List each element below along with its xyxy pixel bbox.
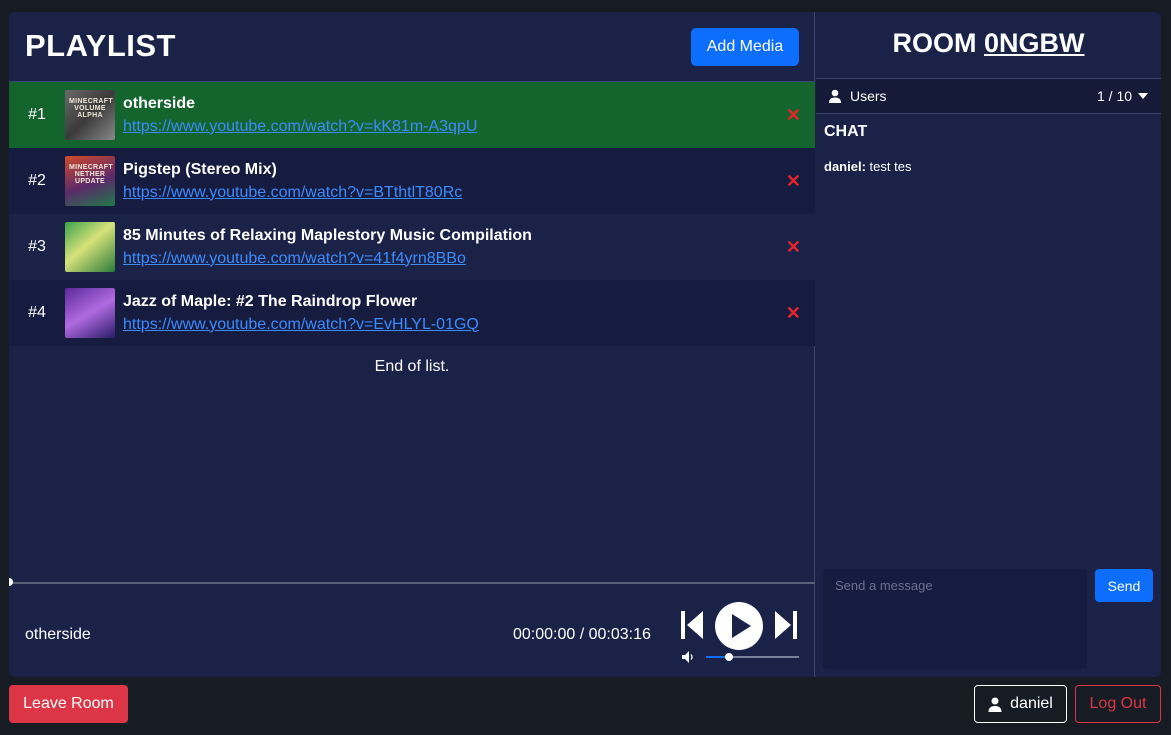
playlist-title: PLAYLIST [25, 28, 176, 63]
thumbnail-caption: MINECRAFT VOLUME ALPHA [69, 98, 113, 119]
room-panel: ROOM 0NGBW Users 1 / 10 CHAT daniel: tes… [816, 12, 1161, 677]
track-thumbnail: MINECRAFT NETHER UPDATE [65, 156, 115, 206]
users-label: Users [850, 88, 887, 104]
track-number: #3 [28, 238, 46, 255]
room-prefix: ROOM [892, 28, 977, 58]
remove-track-icon[interactable]: ✕ [786, 106, 801, 124]
volume-icon[interactable] [681, 650, 695, 664]
playlist-panel: PLAYLIST Add Media #1 MINECRAFT VOLUME A… [9, 12, 815, 677]
chat-title: CHAT [824, 123, 868, 140]
remove-track-icon[interactable]: ✕ [786, 304, 801, 322]
logout-button[interactable]: Log Out [1075, 685, 1161, 723]
track-thumbnail [65, 222, 115, 272]
track-info: Jazz of Maple: #2 The Raindrop Flower ht… [123, 293, 479, 334]
add-media-button[interactable]: Add Media [691, 28, 799, 66]
now-playing-title: otherside [25, 626, 91, 643]
track-number: #4 [28, 304, 46, 321]
send-button[interactable]: Send [1095, 569, 1153, 602]
skip-next-icon[interactable] [773, 610, 797, 640]
track-number: #2 [28, 172, 46, 189]
caret-down-icon [1138, 92, 1148, 100]
room-title: ROOM 0NGBW [816, 28, 1161, 59]
thumbnail-caption: MINECRAFT NETHER UPDATE [69, 164, 113, 185]
remove-track-icon[interactable]: ✕ [786, 238, 801, 256]
track-row[interactable]: #3 85 Minutes of Relaxing Maplestory Mus… [9, 214, 815, 280]
chat-message-input[interactable] [823, 569, 1087, 669]
track-info: 85 Minutes of Relaxing Maplestory Music … [123, 227, 532, 268]
user-profile-button[interactable]: daniel [974, 685, 1067, 723]
room-code[interactable]: 0NGBW [984, 28, 1085, 58]
seek-handle[interactable] [9, 578, 13, 586]
user-icon [828, 89, 842, 103]
track-title: 85 Minutes of Relaxing Maplestory Music … [123, 226, 532, 244]
track-url-link[interactable]: https://www.youtube.com/watch?v=kK81m-A3… [123, 118, 477, 136]
remove-track-icon[interactable]: ✕ [786, 172, 801, 190]
track-row[interactable]: #1 MINECRAFT VOLUME ALPHA otherside http… [9, 82, 815, 148]
users-count: 1 / 10 [1097, 88, 1133, 104]
seek-bar[interactable] [9, 582, 815, 584]
users-dropdown[interactable]: Users 1 / 10 [816, 78, 1161, 114]
track-title: Jazz of Maple: #2 The Raindrop Flower [123, 292, 418, 310]
username: daniel [1010, 695, 1053, 712]
user-icon [988, 697, 1002, 712]
skip-previous-icon[interactable] [681, 610, 705, 640]
chat-message-author: daniel: [824, 159, 866, 174]
volume-slider[interactable] [706, 653, 799, 661]
track-url-link[interactable]: https://www.youtube.com/watch?v=EvHLYL-0… [123, 316, 479, 334]
track-url-link[interactable]: https://www.youtube.com/watch?v=41f4yrn8… [123, 250, 532, 268]
leave-room-button[interactable]: Leave Room [9, 685, 128, 723]
track-row[interactable]: #2 MINECRAFT NETHER UPDATE Pigstep (Ster… [9, 148, 815, 214]
track-number: #1 [28, 106, 46, 123]
end-of-list-text: End of list. [374, 358, 450, 375]
volume-handle[interactable] [725, 653, 733, 661]
track-info: otherside https://www.youtube.com/watch?… [123, 95, 477, 136]
track-thumbnail [65, 288, 115, 338]
playlist-header: PLAYLIST Add Media [9, 12, 815, 82]
chat-message-text: test tes [869, 159, 912, 174]
track-info: Pigstep (Stereo Mix) https://www.youtube… [123, 161, 462, 202]
track-title: Pigstep (Stereo Mix) [123, 160, 277, 178]
track-list: #1 MINECRAFT VOLUME ALPHA otherside http… [9, 82, 815, 346]
app-frame: PLAYLIST Add Media #1 MINECRAFT VOLUME A… [9, 12, 1161, 677]
track-url-link[interactable]: https://www.youtube.com/watch?v=BTthtlT8… [123, 184, 462, 202]
track-row[interactable]: #4 Jazz of Maple: #2 The Raindrop Flower… [9, 280, 815, 346]
track-title: otherside [123, 94, 196, 112]
play-icon [732, 614, 751, 638]
time-display: 00:00:00 / 00:03:16 [513, 626, 651, 643]
chat-message: daniel: test tes [824, 159, 911, 174]
track-thumbnail: MINECRAFT VOLUME ALPHA [65, 90, 115, 140]
play-button[interactable] [715, 602, 763, 650]
